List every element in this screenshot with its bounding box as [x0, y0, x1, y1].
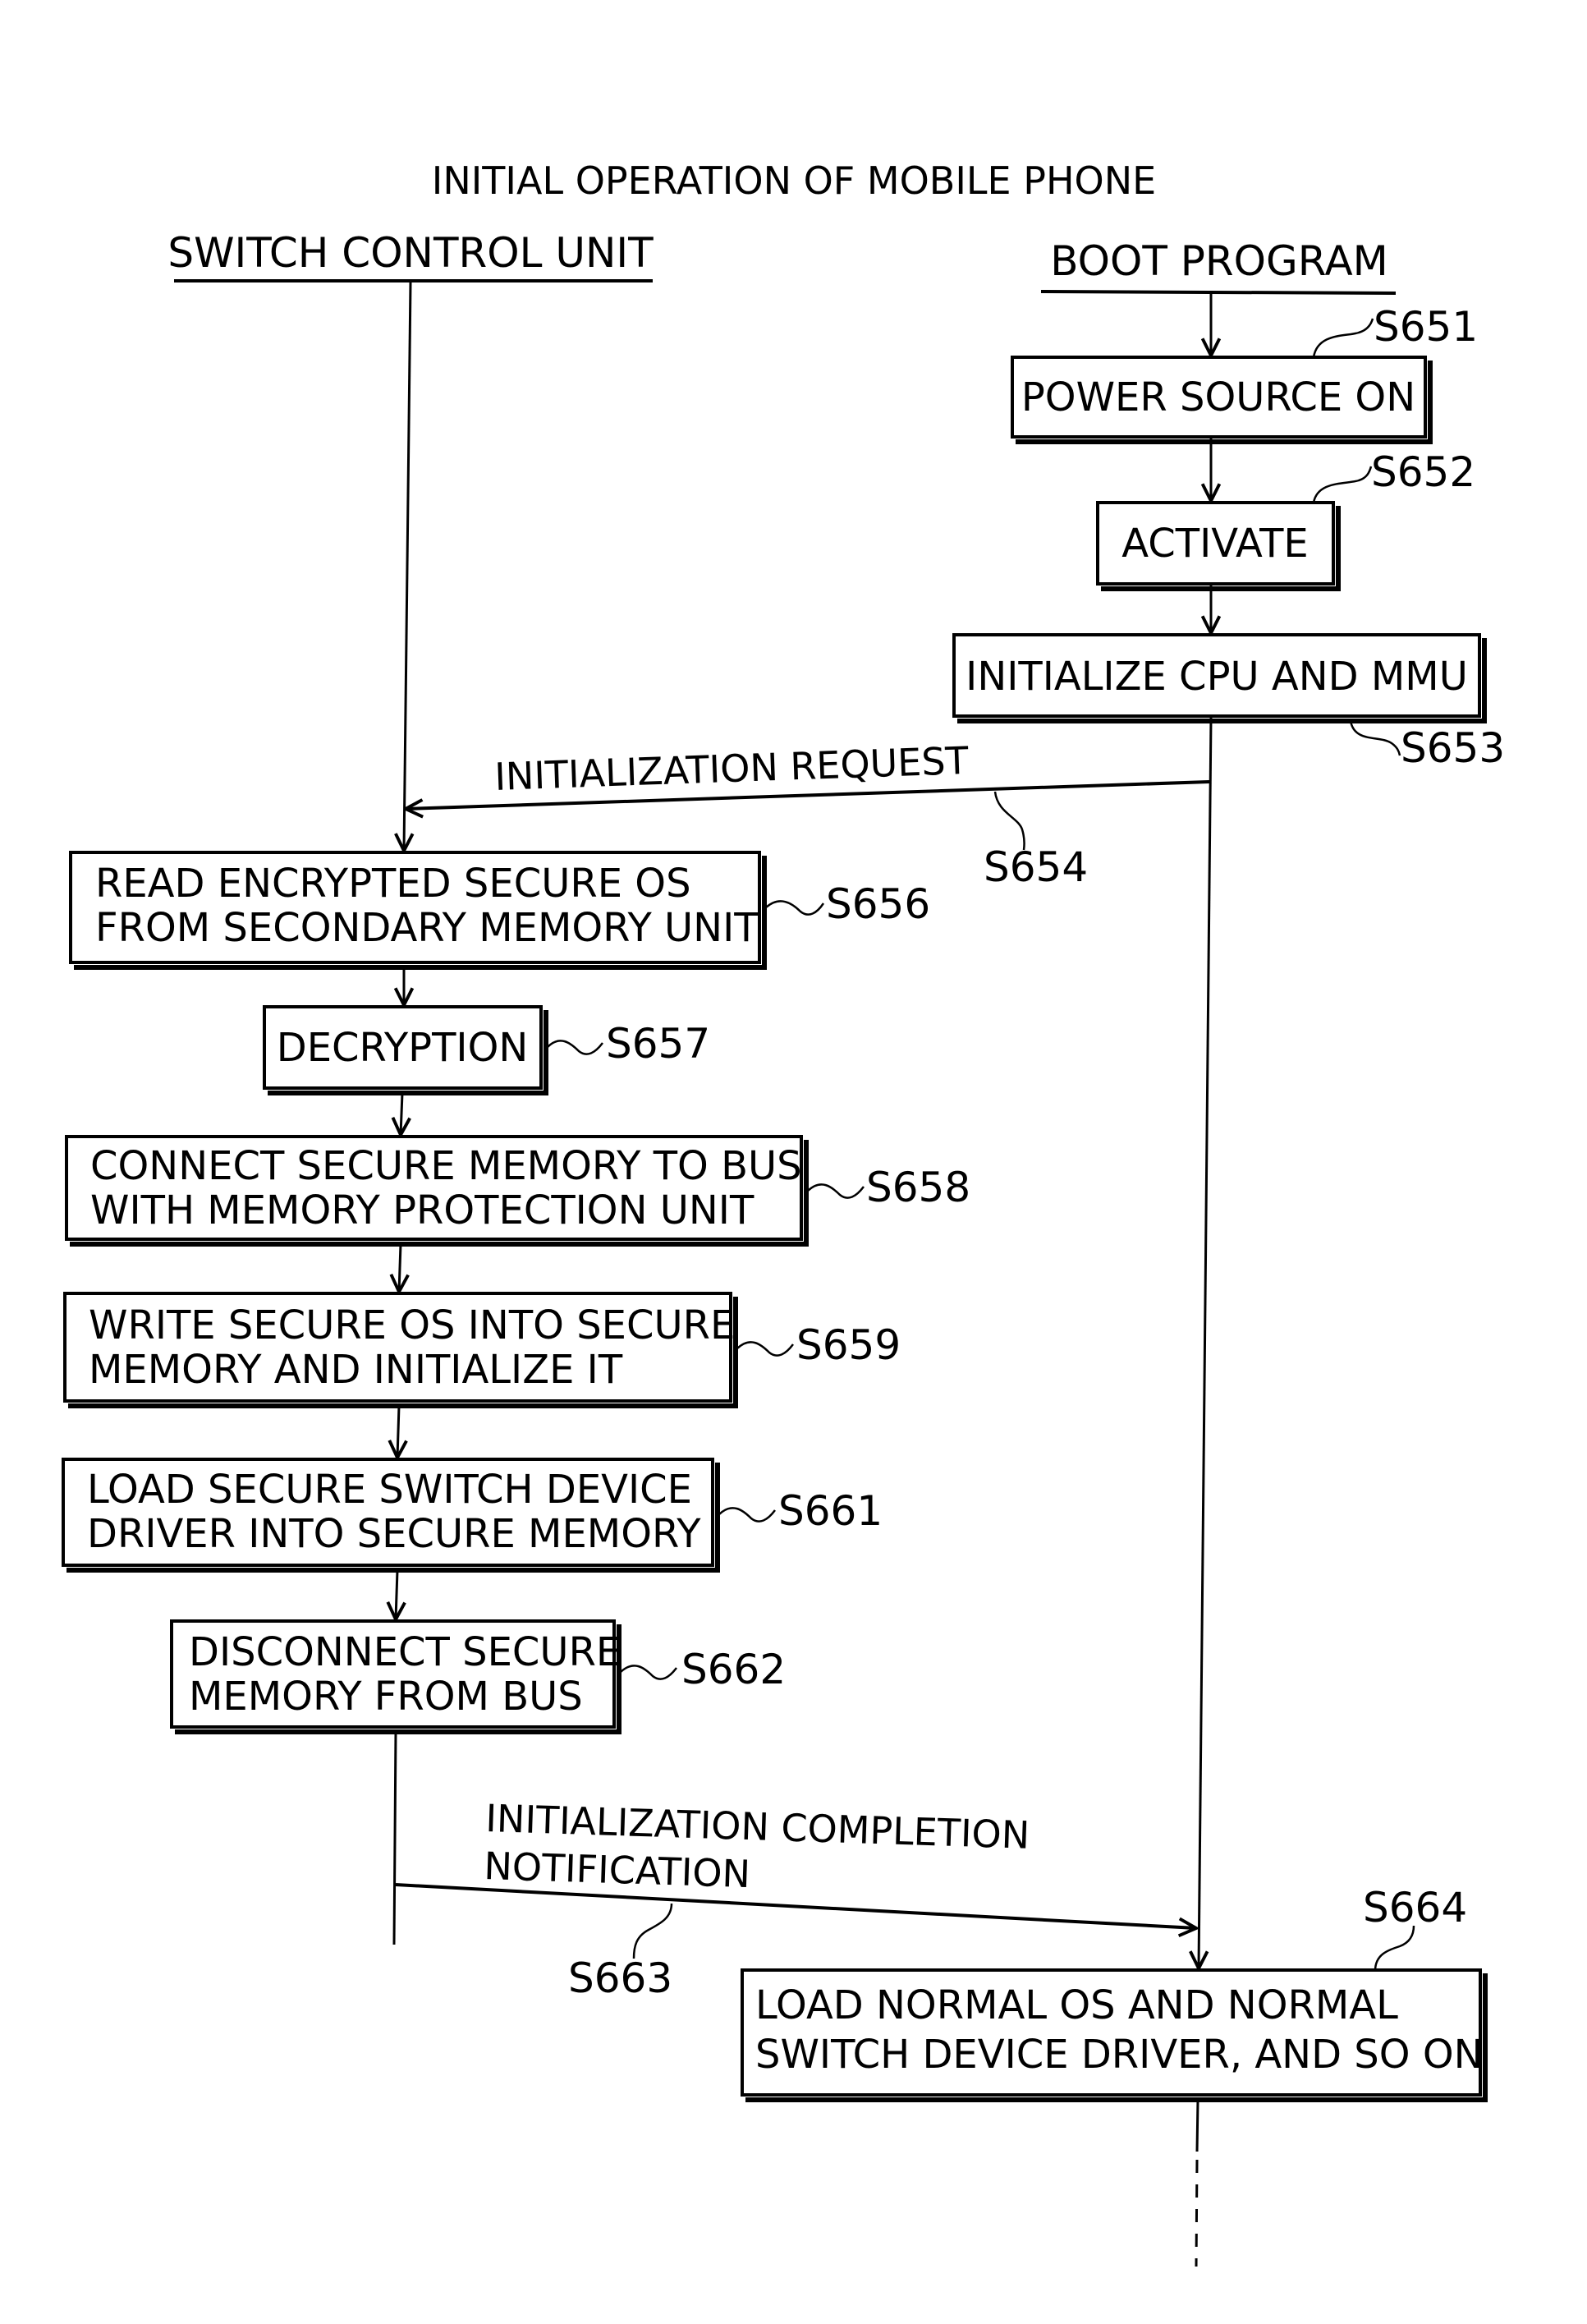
- leader-line: [632, 1903, 673, 1959]
- leader-line: [736, 1341, 794, 1357]
- flow-arrow: [401, 1092, 402, 1135]
- step-s657: DECRYPTION S657: [263, 1005, 710, 1095]
- flow-arrow: [399, 1243, 401, 1292]
- step-label: S661: [778, 1487, 883, 1535]
- sequence-diagram: INITIAL OPERATION OF MOBILE PHONE SWITCH…: [62, 158, 1505, 2267]
- step-s651: POWER SOURCE ON S651: [1011, 303, 1478, 444]
- flow-arrow: [397, 1405, 399, 1458]
- step-s662: DISCONNECT SECURE MEMORY FROM BUS S662: [170, 1619, 786, 1734]
- step-label: S657: [606, 1020, 710, 1068]
- step-text: DECRYPTION: [277, 1025, 529, 1071]
- step-text-line1: LOAD SECURE SWITCH DEVICE: [87, 1467, 692, 1513]
- step-text-line2: DRIVER INTO SECURE MEMORY: [87, 1511, 701, 1557]
- step-s658: CONNECT SECURE MEMORY TO BUS WITH MEMORY…: [65, 1135, 970, 1247]
- leader-line: [1349, 720, 1401, 756]
- lane-switch-control-unit: SWITCH CONTROL UNIT: [167, 229, 654, 282]
- leader-line: [1312, 318, 1374, 358]
- step-text-line1: WRITE SECURE OS INTO SECURE: [89, 1302, 735, 1348]
- diagram-title: INITIAL OPERATION OF MOBILE PHONE: [432, 158, 1156, 203]
- step-label: S664: [1363, 1884, 1467, 1931]
- step-text-line1: LOAD NORMAL OS AND NORMAL: [755, 1982, 1398, 2028]
- right-lifeline: [1199, 717, 1213, 1968]
- lane-boot-program: BOOT PROGRAM: [1040, 237, 1397, 295]
- step-label: S652: [1371, 448, 1475, 496]
- step-s656: READ ENCRYPTED SECURE OS FROM SECONDARY …: [69, 851, 930, 970]
- step-label: S662: [681, 1646, 786, 1693]
- step-text: POWER SOURCE ON: [1021, 374, 1415, 420]
- step-text-line2: SWITCH DEVICE DRIVER, AND SO ON: [755, 2032, 1484, 2078]
- step-text-line1: READ ENCRYPTED SECURE OS: [95, 861, 691, 907]
- continuation-dashed-line: [1195, 2159, 1199, 2267]
- step-text-line2: MEMORY FROM BUS: [189, 1674, 583, 1720]
- step-label: S656: [826, 880, 930, 928]
- message-label: INITIALIZATION REQUEST: [493, 738, 970, 799]
- step-s661: LOAD SECURE SWITCH DEVICE DRIVER INTO SE…: [62, 1458, 883, 1573]
- message-label-line2: NOTIFICATION: [484, 1844, 751, 1896]
- leader-line: [1374, 1925, 1415, 1972]
- leader-line: [620, 1665, 677, 1680]
- step-text: INITIALIZE CPU AND MMU: [966, 654, 1468, 700]
- lane-underline: [1040, 290, 1397, 295]
- leader-line: [1312, 466, 1373, 503]
- lane-label-boot-program: BOOT PROGRAM: [1050, 237, 1388, 285]
- step-label: S658: [866, 1164, 970, 1211]
- step-label: S659: [796, 1321, 901, 1369]
- right-lifeline-tail: [1195, 2099, 1199, 2152]
- step-label: S653: [1401, 724, 1505, 772]
- leader-line: [718, 1507, 776, 1523]
- step-text-line2: FROM SECONDARY MEMORY UNIT: [95, 905, 759, 951]
- step-text-line1: CONNECT SECURE MEMORY TO BUS: [90, 1143, 802, 1189]
- step-label: S663: [568, 1954, 672, 2002]
- step-s652: ACTIVATE S652: [1096, 448, 1475, 591]
- leader-line: [765, 900, 825, 916]
- step-label: S654: [984, 843, 1088, 891]
- lane-label-switch-control-unit: SWITCH CONTROL UNIT: [167, 229, 654, 277]
- left-lifeline-tail: [392, 1731, 397, 1945]
- step-text: ACTIVATE: [1121, 521, 1309, 567]
- step-s659: WRITE SECURE OS INTO SECURE MEMORY AND I…: [63, 1292, 901, 1408]
- left-lifeline: [404, 282, 411, 851]
- leader-line: [807, 1183, 865, 1199]
- leader-line: [547, 1040, 603, 1055]
- step-s664: LOAD NORMAL OS AND NORMAL SWITCH DEVICE …: [741, 1884, 1488, 2102]
- step-label: S651: [1374, 303, 1478, 351]
- leader-line: [993, 791, 1025, 851]
- step-text-line2: MEMORY AND INITIALIZE IT: [89, 1347, 623, 1393]
- flow-arrow: [396, 1569, 397, 1619]
- step-text-line2: WITH MEMORY PROTECTION UNIT: [90, 1187, 755, 1233]
- message-arrow: [395, 1883, 1196, 1928]
- step-s653: INITIALIZE CPU AND MMU S653: [952, 633, 1505, 772]
- step-text-line1: DISCONNECT SECURE: [189, 1629, 621, 1675]
